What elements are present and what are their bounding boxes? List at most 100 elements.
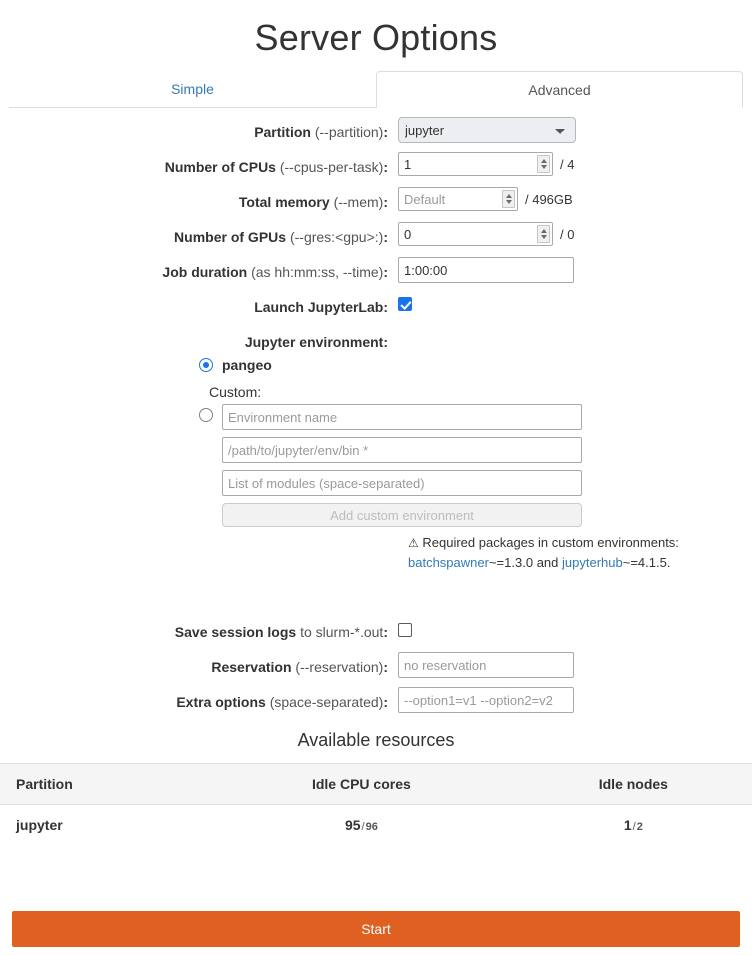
field-row-cpus: Number of CPUs (--cpus-per-task): / 4	[0, 152, 752, 178]
idle-cpu-used: 95	[344, 817, 361, 833]
cell-partition: jupyter	[0, 804, 209, 846]
cpus-max-suffix: / 4	[560, 156, 575, 172]
field-row-jupyterlab: Launch JupyterLab:	[0, 292, 752, 318]
label-cpus-bold: Number of CPUs	[164, 159, 276, 175]
label-partition-flag: (--partition)	[314, 124, 384, 140]
label-save-logs-suffix: to slurm-*.out	[300, 624, 384, 640]
field-row-extra-options: Extra options (space-separated):	[0, 687, 752, 713]
gpus-number-wrap	[398, 222, 553, 246]
idle-cpu-total: 96	[365, 821, 378, 833]
field-row-reservation: Reservation (--reservation):	[0, 652, 752, 678]
column-header-idle-nodes: Idle nodes	[514, 763, 752, 805]
chevron-up-icon[interactable]	[540, 229, 547, 233]
memory-number-wrap	[398, 187, 518, 211]
field-row-partition: Partition (--partition): jupyter	[0, 117, 752, 143]
chevron-up-icon[interactable]	[505, 194, 512, 198]
label-reservation: Reservation (--reservation):	[0, 652, 398, 678]
label-save-logs: Save session logs to slurm-*.out:	[0, 617, 398, 643]
memory-stepper[interactable]	[502, 190, 515, 208]
start-button[interactable]: Start	[12, 911, 740, 947]
label-extra-options-colon: :	[383, 694, 388, 710]
chevron-down-icon[interactable]	[505, 200, 512, 204]
label-partition-colon: :	[383, 124, 388, 140]
tab-advanced-label: Advanced	[528, 82, 591, 98]
control-reservation	[398, 652, 574, 678]
label-reservation-flag: (--reservation)	[295, 659, 384, 675]
label-extra-options-bold: Extra options	[176, 694, 266, 710]
label-gpus-bold: Number of GPUs	[174, 229, 287, 245]
page-title: Server Options	[254, 17, 498, 58]
label-save-logs-bold: Save session logs	[174, 624, 297, 640]
jupyterhub-version: ~=4.1.5.	[622, 555, 671, 570]
reservation-input[interactable]	[398, 652, 574, 678]
batchspawner-link[interactable]: batchspawner	[408, 555, 489, 570]
save-session-logs-checkbox[interactable]	[398, 623, 412, 637]
label-jupyterlab: Launch JupyterLab:	[0, 292, 398, 318]
tab-simple[interactable]: Simple	[9, 71, 376, 108]
label-partition-bold: Partition	[254, 124, 311, 140]
note-conjunction: and	[536, 555, 559, 570]
resources-table-body: jupyter 95/96 1/2	[0, 804, 752, 846]
gpus-input[interactable]	[398, 222, 553, 246]
label-cpus: Number of CPUs (--cpus-per-task):	[0, 152, 398, 178]
label-reservation-colon: :	[383, 659, 388, 675]
idle-nodes-used: 1	[623, 817, 632, 833]
chevron-up-icon[interactable]	[540, 159, 547, 163]
label-duration-flag: (as hh:mm:ss, --time)	[251, 264, 384, 280]
available-resources-table: Partition Idle CPU cores Idle nodes jupy…	[0, 763, 752, 846]
environment-radio-pangeo[interactable]	[199, 358, 213, 372]
field-row-save-logs: Save session logs to slurm-*.out:	[0, 617, 752, 643]
add-custom-environment-button[interactable]: Add custom environment	[222, 503, 582, 527]
chevron-down-icon[interactable]	[540, 235, 547, 239]
control-partition: jupyter	[398, 117, 576, 143]
memory-input[interactable]	[398, 187, 518, 211]
custom-env-name-input[interactable]	[222, 404, 582, 430]
partition-select[interactable]: jupyter	[398, 117, 576, 143]
custom-radio-wrap	[199, 404, 213, 425]
server-options-page: Server Options Simple Advanced Partition…	[0, 0, 752, 955]
cpus-stepper[interactable]	[537, 155, 550, 173]
idle-nodes-total: 2	[636, 821, 643, 833]
required-packages-text: Required packages in custom environments…	[422, 535, 679, 550]
custom-env-modules-input[interactable]	[222, 470, 582, 496]
environment-radio-custom[interactable]	[199, 408, 213, 422]
column-header-partition: Partition	[0, 763, 209, 805]
control-duration	[398, 257, 574, 283]
resources-table-head: Partition Idle CPU cores Idle nodes	[0, 763, 752, 805]
custom-environment-fields: Add custom environment	[222, 404, 582, 527]
label-gpus: Number of GPUs (--gres:<gpu>:):	[0, 222, 398, 248]
custom-env-path-input[interactable]	[222, 437, 582, 463]
cpus-input[interactable]	[398, 152, 553, 176]
tab-advanced[interactable]: Advanced	[376, 71, 743, 108]
label-memory-colon: :	[383, 194, 388, 210]
label-partition: Partition (--partition):	[0, 117, 398, 143]
tab-simple-label: Simple	[171, 81, 214, 97]
cpus-number-wrap	[398, 152, 553, 176]
table-row: jupyter 95/96 1/2	[0, 804, 752, 846]
label-duration: Job duration (as hh:mm:ss, --time):	[0, 257, 398, 283]
environment-options: pangeo Custom: Add custom environment ⚠ …	[0, 357, 752, 573]
gpus-stepper[interactable]	[537, 225, 550, 243]
label-gpus-colon: :	[383, 229, 388, 245]
label-memory-flag: (--mem)	[333, 194, 384, 210]
jupyterhub-link[interactable]: jupyterhub	[562, 555, 623, 570]
label-cpus-colon: :	[383, 159, 388, 175]
memory-max-suffix: / 496GB	[525, 191, 573, 207]
resources-title: Available resources	[297, 730, 455, 750]
extra-options-input[interactable]	[398, 687, 574, 713]
label-duration-colon: :	[383, 264, 388, 280]
launch-jupyterlab-checkbox[interactable]	[398, 297, 412, 311]
control-memory: / 496GB	[398, 187, 573, 211]
control-extra-options	[398, 687, 574, 713]
duration-input[interactable]	[398, 257, 574, 283]
chevron-down-icon[interactable]	[540, 165, 547, 169]
custom-environment-row: Add custom environment	[199, 404, 752, 527]
environment-preset-row[interactable]: pangeo	[199, 357, 752, 373]
environment-preset-label: pangeo	[222, 357, 272, 373]
tab-bar: Simple Advanced	[0, 71, 752, 108]
field-row-duration: Job duration (as hh:mm:ss, --time):	[0, 257, 752, 283]
control-save-logs	[398, 617, 412, 637]
field-row-gpus: Number of GPUs (--gres:<gpu>:): / 0	[0, 222, 752, 248]
column-header-idle-cpu: Idle CPU cores	[208, 763, 515, 805]
field-row-environment-heading: Jupyter environment:	[0, 327, 752, 353]
